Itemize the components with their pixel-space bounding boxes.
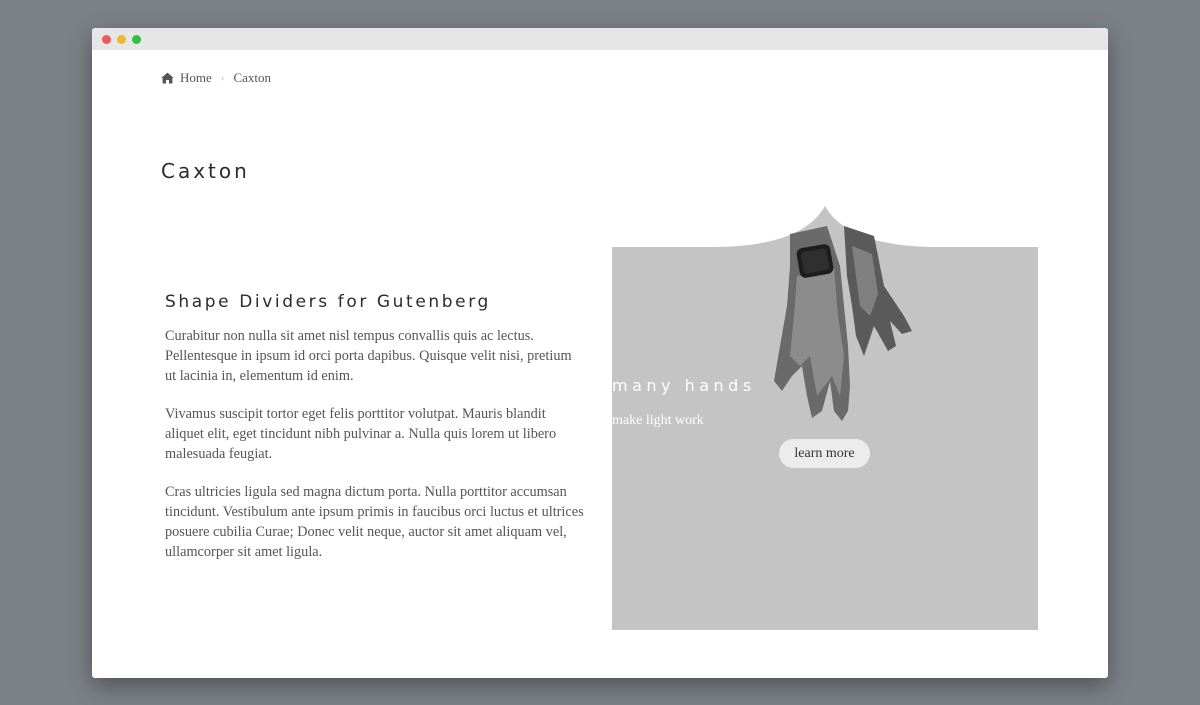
section-heading: Shape Dividers for Gutenberg	[165, 292, 491, 312]
window-titlebar	[92, 28, 1108, 50]
maximize-window-button[interactable]	[132, 35, 141, 44]
chevron-right-icon: ›	[220, 72, 225, 84]
breadcrumb-current: Caxton	[233, 70, 272, 85]
home-icon[interactable]	[161, 72, 174, 84]
page-title: Caxton	[161, 159, 250, 183]
hero-cover-block: many hands make light work learn more	[612, 206, 1038, 630]
breadcrumb-home-link[interactable]: Home	[180, 70, 212, 86]
paragraph: Curabitur non nulla sit amet nisl tempus…	[165, 328, 572, 384]
paragraph: Cras ultricies ligula sed magna dictum p…	[165, 484, 584, 560]
browser-window: Home › Caxton Caxton Shape Dividers for …	[92, 28, 1108, 678]
hero-title: many hands	[612, 376, 756, 395]
learn-more-button[interactable]: learn more	[779, 439, 870, 468]
content-section: Shape Dividers for Gutenberg Curabitur n…	[165, 292, 585, 580]
breadcrumb: Home › Caxton	[161, 70, 271, 86]
hero-subtitle: make light work	[612, 413, 704, 428]
paragraph: Vivamus suscipit tortor eget felis portt…	[165, 406, 557, 462]
minimize-window-button[interactable]	[117, 35, 126, 44]
close-window-button[interactable]	[102, 35, 111, 44]
